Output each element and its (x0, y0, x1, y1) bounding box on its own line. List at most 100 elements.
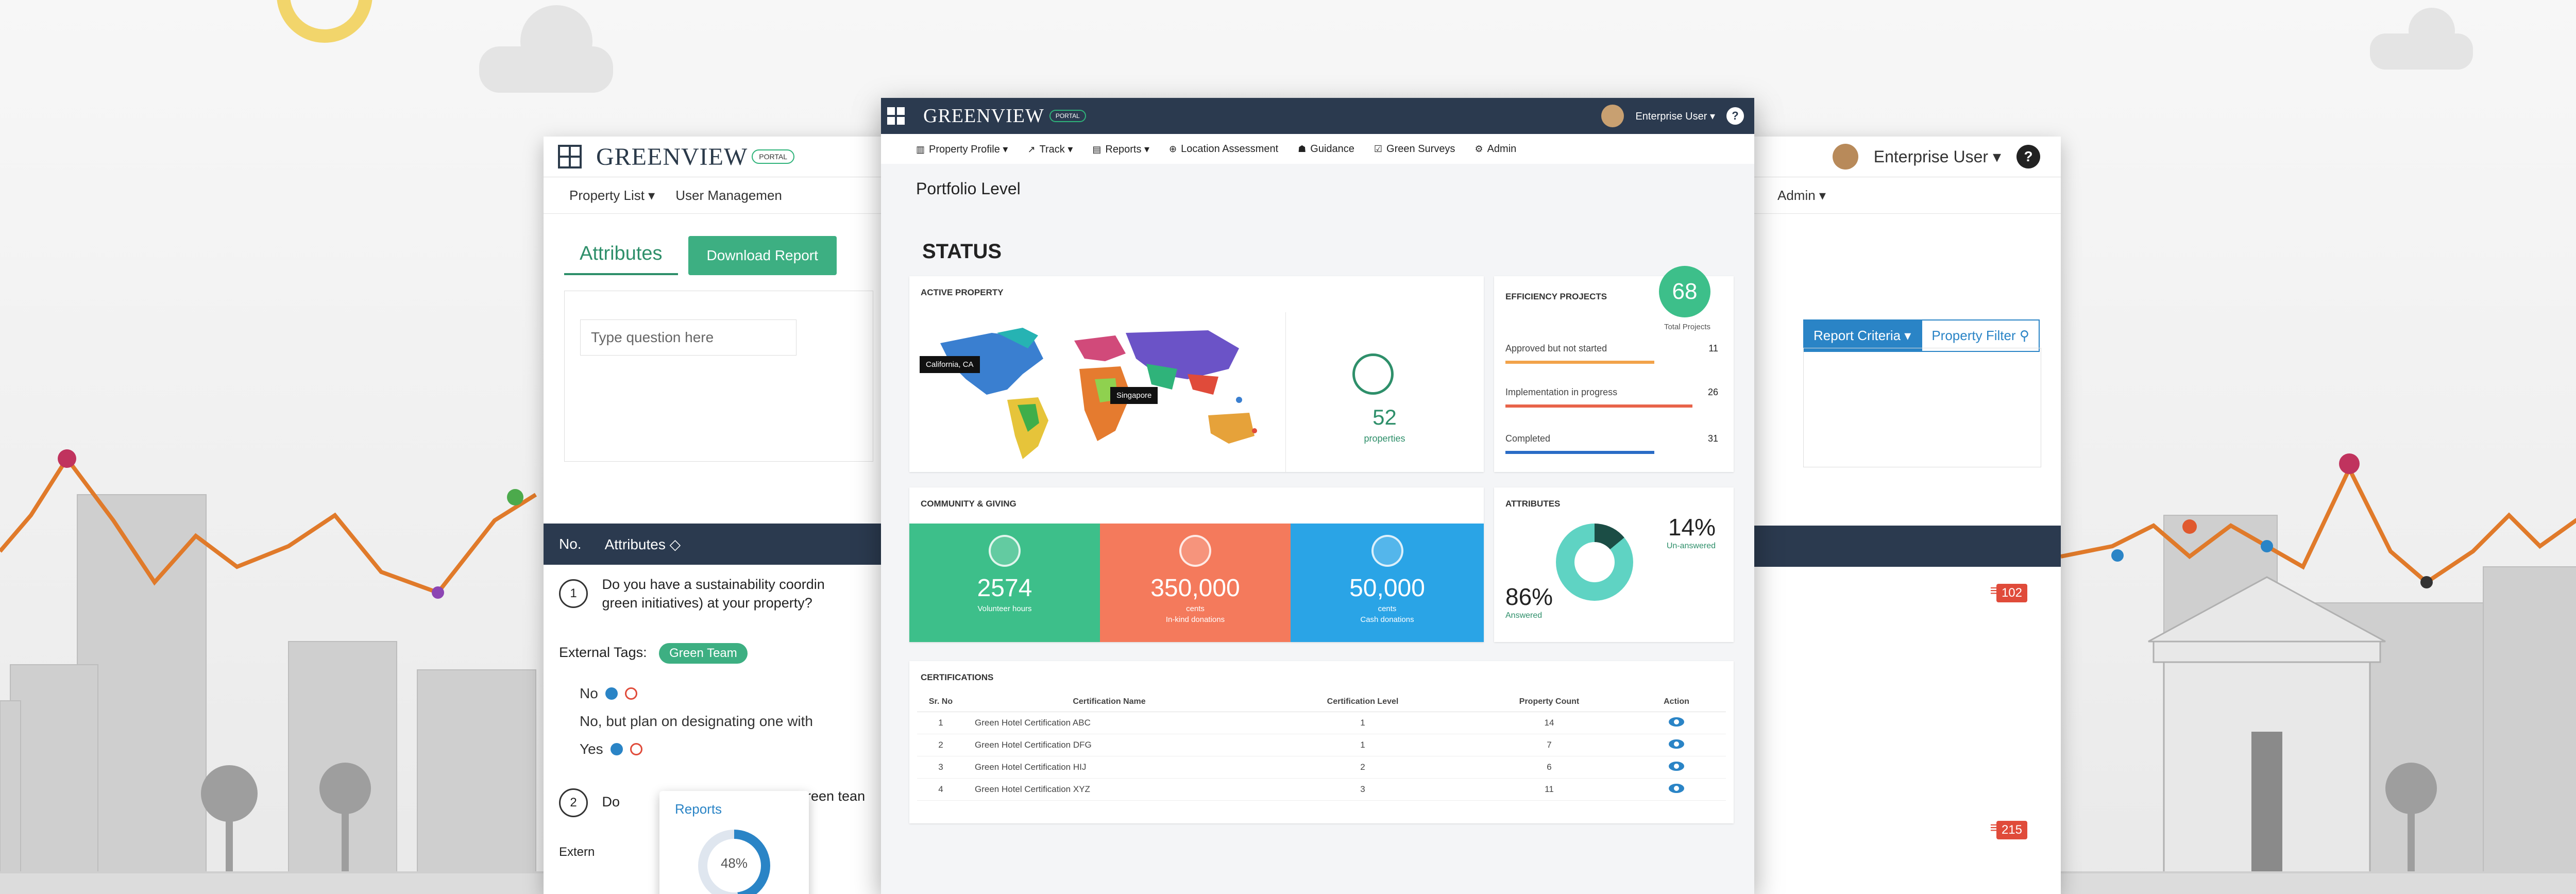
count-badge[interactable]: 215 (1996, 821, 2027, 839)
certifications-table: Sr. No Certification Name Certification … (917, 692, 1726, 801)
cell: Green Hotel Certification XYZ (964, 778, 1254, 801)
avatar[interactable] (1832, 144, 1858, 170)
left-screen: GREENVIEW PORTAL Property List ▾ User Ma… (544, 137, 894, 894)
left-header: GREENVIEW PORTAL (544, 137, 894, 177)
app-grid-icon[interactable] (558, 145, 582, 168)
efficiency-value: 31 (1707, 433, 1718, 444)
nav-property-list[interactable]: Property List ▾ (569, 188, 655, 204)
nav-admin[interactable]: Admin ▾ (1777, 188, 1826, 204)
nav-reports[interactable]: ▤ Reports ▾ (1092, 143, 1149, 156)
cell: 1 (917, 712, 964, 734)
right-header: Enterprise User ▾ ? (1752, 137, 2061, 177)
cell: Green Hotel Certification HIJ (964, 756, 1254, 779)
property-filter-button[interactable]: Property Filter ⚲ (1921, 319, 2040, 352)
option-label: No, but plan on designating one with (580, 713, 813, 729)
download-report-button[interactable]: Download Report (688, 236, 837, 275)
world-map[interactable] (920, 312, 1280, 467)
clock-icon (989, 535, 1021, 567)
cell: 2 (917, 734, 964, 756)
map-label: California, CA (920, 356, 980, 373)
efficiency-item[interactable]: Implementation in progress 26 (1505, 387, 1718, 408)
nav-admin[interactable]: ⚙ Admin (1475, 143, 1516, 155)
user-menu[interactable]: Enterprise User ▾ (1874, 147, 2001, 166)
app-grid-icon[interactable] (886, 106, 906, 126)
external-label: Extern (559, 845, 595, 859)
in-kind-donations-tile[interactable]: 350,000 cents In-kind donations (1100, 524, 1291, 642)
efficiency-label: Approved but not started (1505, 343, 1607, 353)
refresh-icon[interactable] (610, 743, 623, 755)
nav-label: Reports ▾ (1105, 143, 1150, 155)
page-title: Portfolio Level (916, 179, 1021, 198)
question-text-end: reen tean (806, 788, 866, 804)
reports-popup: Reports 48% (659, 791, 809, 894)
efficiency-item[interactable]: Approved but not started 11 (1505, 343, 1718, 364)
answered-label: Answered (1505, 611, 1543, 620)
nav-location-assessment[interactable]: ⊕ Location Assessment (1169, 143, 1278, 155)
nav-user-management[interactable]: User Managemen (675, 188, 782, 204)
tile-unit: cents (1186, 604, 1205, 613)
efficiency-label: Implementation in progress (1505, 387, 1618, 397)
guidance-icon: ☗ (1298, 143, 1307, 154)
card-title: CERTIFICATIONS (921, 672, 994, 682)
option-no[interactable]: No (580, 685, 894, 702)
help-icon[interactable]: ? (1726, 107, 1744, 125)
tile-label: In-kind donations (1165, 615, 1225, 624)
help-icon[interactable]: ? (2016, 145, 2040, 168)
building-icon: ▥ (916, 144, 925, 155)
timer-icon[interactable] (630, 743, 642, 755)
location-icon: ⊕ (1169, 143, 1177, 154)
column-attributes[interactable]: Attributes ◇ (605, 536, 681, 553)
view-icon[interactable] (1669, 761, 1684, 771)
nav-guidance[interactable]: ☗ Guidance (1298, 143, 1354, 155)
external-tags-row: External Tags: Green Team (544, 633, 894, 674)
volunteer-hours-tile[interactable]: 2574 Volunteer hours (909, 524, 1100, 642)
center-screen: GREENVIEW PORTAL Enterprise User ▾ ? ▥ Pr… (881, 98, 1754, 894)
option-plan[interactable]: No, but plan on designating one with (580, 713, 894, 730)
question-text: Do (602, 794, 620, 810)
dollar-icon (1179, 535, 1211, 567)
dashboard: Portfolio Level STATUS ACTIVE PROPERTY C… (881, 164, 1754, 894)
cell: 1 (1254, 712, 1471, 734)
column-no: No. (559, 536, 582, 552)
cell: 2 (1254, 756, 1471, 779)
column-header: Certification Name (964, 692, 1254, 712)
left-tabs: Attributes Download Report (544, 214, 894, 275)
view-icon[interactable] (1669, 717, 1684, 727)
option-yes[interactable]: Yes (580, 741, 894, 757)
nav-property-profile[interactable]: ▥ Property Profile ▾ (916, 143, 1008, 156)
column-header: Property Count (1471, 692, 1627, 712)
tab-attributes[interactable]: Attributes (564, 234, 678, 275)
efficiency-bar (1505, 404, 1693, 408)
option-label: Yes (580, 741, 603, 757)
cash-donations-tile[interactable]: 50,000 cents Cash donations (1291, 524, 1484, 642)
report-criteria-button[interactable]: Report Criteria ▾ (1803, 319, 1922, 352)
nav-track[interactable]: ↗ Track ▾ (1027, 143, 1073, 156)
user-menu[interactable]: Enterprise User ▾ (1635, 110, 1715, 123)
logo-text: GREENVIEW (923, 105, 1044, 127)
attributes-table-header: No. Attributes ◇ (544, 524, 894, 565)
count-badge[interactable]: 102 (1996, 584, 2027, 602)
cell (1627, 712, 1726, 734)
nav-green-surveys[interactable]: ☑ Green Surveys (1374, 143, 1455, 155)
question-search-input[interactable]: Type question here (580, 319, 796, 356)
table-row: 3 Green Hotel Certification HIJ 2 6 (917, 756, 1726, 779)
timer-icon[interactable] (624, 687, 637, 700)
nav-label: Track ▾ (1039, 143, 1073, 155)
view-icon[interactable] (1669, 783, 1684, 793)
question-number: 2 (559, 788, 588, 817)
view-icon[interactable] (1669, 739, 1684, 749)
left-nav: Property List ▾ User Managemen (544, 177, 894, 214)
efficiency-item[interactable]: Completed 31 (1505, 433, 1718, 454)
logo-portal: PORTAL (1049, 110, 1086, 122)
cloud-icon (479, 5, 613, 93)
logo-text: GREENVIEW (596, 143, 748, 171)
question-box: Type question here (564, 291, 873, 462)
tag-badge[interactable]: Green Team (659, 643, 748, 664)
popup-title: Reports (675, 801, 722, 817)
refresh-icon[interactable] (605, 687, 618, 700)
card-title: ACTIVE PROPERTY (921, 288, 1004, 297)
map-label: Singapore (1110, 387, 1158, 404)
avatar[interactable] (1601, 105, 1624, 127)
main-nav: ▥ Property Profile ▾ ↗ Track ▾ ▤ Reports ▾ … (881, 134, 1754, 164)
attributes-donut[interactable] (1556, 524, 1633, 601)
